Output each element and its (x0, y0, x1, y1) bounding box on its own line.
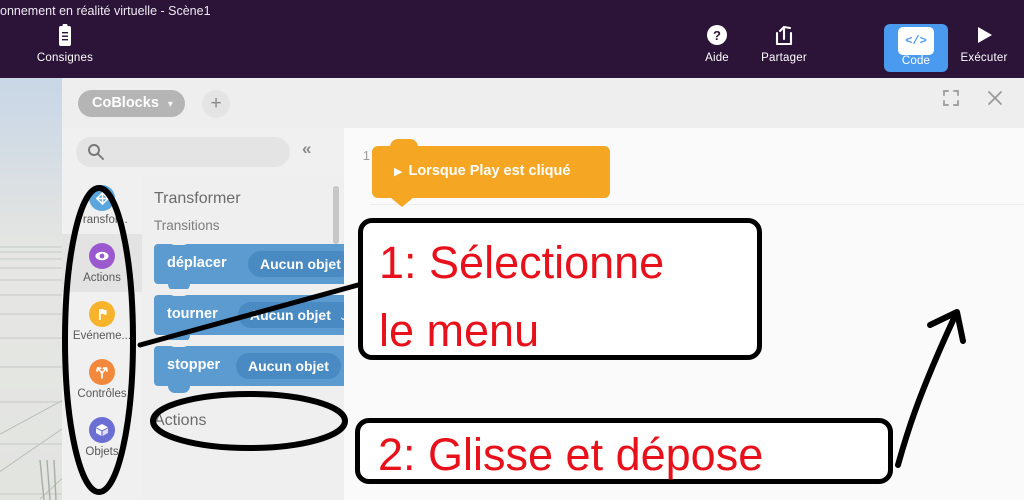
palette-subheading: Transitions (154, 218, 220, 233)
block-field-value-deplacer: Aucun objet (260, 256, 341, 272)
sidebar-label-objets: Objets (85, 446, 119, 458)
code-brackets-icon: </> (884, 27, 948, 55)
block-palette-flyout[interactable]: Transformer Transitions déplacer Aucun o… (142, 176, 345, 500)
sidebar-item-objets[interactable]: Objets (62, 408, 142, 466)
cube-icon (89, 417, 115, 443)
sidebar-item-controles[interactable]: Contrôles (62, 350, 142, 408)
play-triangle-icon: ▶ (394, 166, 403, 178)
block-notch (168, 238, 190, 245)
block-label-deplacer: déplacer (167, 255, 227, 271)
sidebar-item-evenements[interactable]: Evéneme... (62, 292, 142, 350)
consignes-button[interactable]: Consignes (24, 24, 106, 64)
callout-1-line-1: 1: Sélectionne (379, 237, 665, 288)
partager-button[interactable]: Partager (748, 24, 820, 64)
branch-icon (89, 359, 115, 385)
palette-heading-actions: Actions (154, 412, 207, 429)
close-icon[interactable] (986, 89, 1014, 117)
toolbox-category-list: Transfor... Actions Evéneme... Contrôles… (62, 176, 143, 500)
search-icon (87, 143, 104, 165)
block-field-value-tourner: Aucun objet (250, 307, 331, 323)
move-arrows-icon (89, 185, 115, 211)
panel-controls (930, 89, 1014, 117)
clipboard-icon (24, 24, 106, 50)
sidebar-label-evenements: Evéneme... (72, 330, 132, 342)
block-top-nub (390, 139, 418, 147)
palette-scrollbar-thumb[interactable] (333, 186, 339, 244)
aide-button[interactable]: ? Aide (688, 24, 746, 64)
play-icon (952, 24, 1016, 50)
flag-icon (89, 301, 115, 327)
code-label: Code (901, 55, 931, 67)
sidebar-item-actions[interactable]: Actions (62, 234, 142, 292)
palette-heading: Transformer (154, 190, 241, 207)
add-tab-button[interactable]: + (202, 90, 230, 118)
sidebar-label-controles: Contrôles (77, 388, 127, 400)
block-label-tourner: tourner (167, 306, 218, 322)
code-button[interactable]: </> Code (884, 24, 948, 72)
palette-block-tourner[interactable]: tourner Aucun objet⌄ (154, 289, 344, 342)
fullscreen-icon[interactable] (942, 89, 970, 117)
block-field-stopper[interactable]: Aucun objet (236, 353, 341, 379)
partager-label: Partager (761, 52, 807, 64)
annotation-callout-2: 2: Glisse et dépose (355, 418, 893, 484)
share-icon (748, 24, 820, 50)
sidebar-label-actions: Actions (83, 272, 121, 284)
workspace-row-divider (370, 204, 1024, 205)
executer-label: Exécuter (960, 52, 1008, 64)
eye-icon (89, 243, 115, 269)
code-chip-label: </> (898, 27, 934, 55)
block-field-value-stopper: Aucun objet (248, 358, 329, 374)
tab-coblocks-label: CoBlocks (92, 95, 159, 111)
tab-coblocks[interactable]: CoBlocks ▾ (78, 90, 185, 117)
block-notch (168, 340, 190, 347)
line-number: 1 (362, 148, 370, 163)
chevron-down-icon: ▾ (167, 99, 173, 110)
annotation-callout-1: 1: Sélectionne le menu (358, 218, 762, 360)
hat-block-when-play-clicked[interactable]: ▶ Lorsque Play est cliqué (372, 139, 610, 207)
block-notch (168, 289, 190, 296)
window-title: onnement en réalité virtuelle - Scène1 (0, 4, 211, 18)
search-input[interactable] (76, 137, 290, 167)
palette-block-deplacer[interactable]: déplacer Aucun objet (154, 238, 344, 291)
aide-label: Aide (705, 52, 729, 64)
hat-block-label: Lorsque Play est cliqué (408, 163, 571, 179)
collapse-palette-button[interactable]: « (302, 139, 311, 159)
callout-1-line-2: le menu (379, 304, 540, 356)
question-circle-icon: ? (688, 24, 746, 50)
block-label-stopper: stopper (167, 357, 221, 373)
search-row: « (62, 128, 344, 176)
sidebar-item-transformer[interactable]: Transfor... (62, 176, 142, 234)
svg-text:?: ? (713, 28, 721, 43)
hat-block-text: ▶ Lorsque Play est cliqué (394, 163, 570, 179)
palette-block-stopper[interactable]: stopper Aucun objet (154, 340, 344, 393)
block-field-deplacer[interactable]: Aucun objet (248, 251, 344, 277)
block-field-tourner[interactable]: Aucun objet⌄ (238, 302, 344, 328)
editor-panel-header: CoBlocks ▾ + (62, 78, 1024, 129)
executer-button[interactable]: Exécuter (952, 24, 1016, 64)
search-field[interactable] (112, 142, 286, 164)
sidebar-label-transformer: Transfor... (76, 214, 128, 226)
app-toolbar: onnement en réalité virtuelle - Scène1 C… (0, 0, 1024, 78)
consignes-label: Consignes (36, 52, 94, 64)
